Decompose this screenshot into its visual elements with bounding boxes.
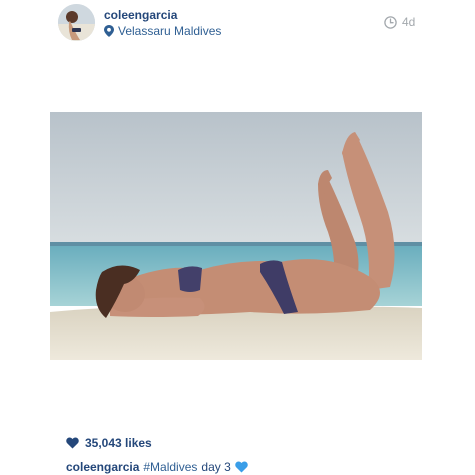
likes-count[interactable]: 35,043 likes [66,436,152,450]
heart-icon [66,437,79,449]
avatar-photo [58,4,95,41]
post-timestamp: 4d [384,15,415,29]
time-ago-label: 4d [402,15,416,29]
likes-label: 35,043 likes [85,436,152,450]
post-location[interactable]: Velassaru Maldives [104,24,221,38]
avatar[interactable] [58,4,95,41]
caption-username[interactable]: coleengarcia [66,460,139,474]
post-photo[interactable] [50,112,422,360]
location-label: Velassaru Maldives [118,24,222,38]
location-pin-icon [104,25,114,37]
beach-photo [50,112,422,360]
clock-icon [384,15,397,29]
blue-heart-icon [235,461,248,473]
post-caption: coleengarcia #Maldives day 3 [66,460,248,474]
post-username[interactable]: coleengarcia [104,8,177,22]
caption-hashtag[interactable]: #Maldives [143,460,197,474]
caption-text: day 3 [201,460,231,474]
